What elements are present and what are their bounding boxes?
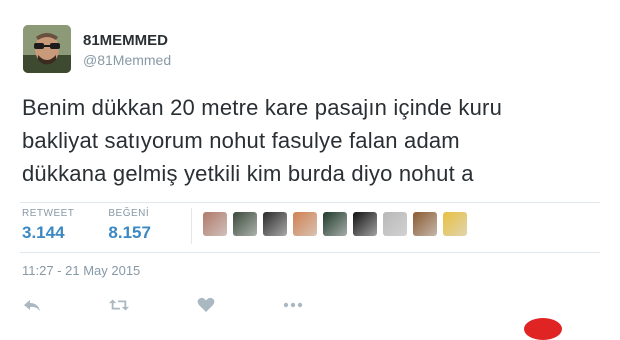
liker-avatar[interactable] bbox=[203, 212, 227, 236]
liker-avatar[interactable] bbox=[443, 212, 467, 236]
retweet-icon[interactable] bbox=[109, 295, 129, 315]
heart-icon[interactable] bbox=[196, 295, 216, 315]
avatar-image bbox=[23, 25, 71, 73]
display-name[interactable]: 81MEMMED bbox=[83, 31, 171, 51]
tweet-actions bbox=[22, 295, 370, 315]
tweet-header: 81MEMMED @81Memmed bbox=[23, 25, 171, 77]
tweet-stats: RETWEET 3.144 BEĞENİ 8.157 bbox=[22, 208, 185, 244]
liker-avatar[interactable] bbox=[293, 212, 317, 236]
avatar[interactable] bbox=[23, 25, 71, 73]
tweet-timestamp[interactable]: 11:27 - 21 May 2015 bbox=[22, 263, 140, 278]
liker-avatar[interactable] bbox=[263, 212, 287, 236]
more-icon[interactable] bbox=[283, 295, 303, 315]
user-names: 81MEMMED @81Memmed bbox=[83, 25, 171, 69]
retweet-stat[interactable]: RETWEET 3.144 bbox=[22, 208, 74, 244]
retweet-count: 3.144 bbox=[22, 223, 65, 242]
stats-separator bbox=[191, 208, 192, 244]
text-fade-overlay bbox=[520, 156, 610, 192]
liker-avatar[interactable] bbox=[413, 212, 437, 236]
reply-icon[interactable] bbox=[22, 295, 42, 315]
like-count: 8.157 bbox=[108, 223, 151, 242]
corner-badge bbox=[524, 318, 562, 340]
liker-avatars bbox=[203, 212, 473, 236]
user-handle[interactable]: @81Memmed bbox=[83, 51, 171, 69]
divider bbox=[20, 252, 600, 253]
like-stat[interactable]: BEĞENİ 8.157 bbox=[108, 208, 151, 244]
liker-avatar[interactable] bbox=[383, 212, 407, 236]
retweet-label: RETWEET bbox=[22, 208, 75, 219]
liker-avatar[interactable] bbox=[353, 212, 377, 236]
liker-avatar[interactable] bbox=[233, 212, 257, 236]
divider bbox=[20, 202, 600, 203]
liker-avatar[interactable] bbox=[323, 212, 347, 236]
tweet-card: 81MEMMED @81Memmed Benim dükkan 20 metre… bbox=[0, 0, 620, 340]
like-label: BEĞENİ bbox=[108, 208, 150, 219]
